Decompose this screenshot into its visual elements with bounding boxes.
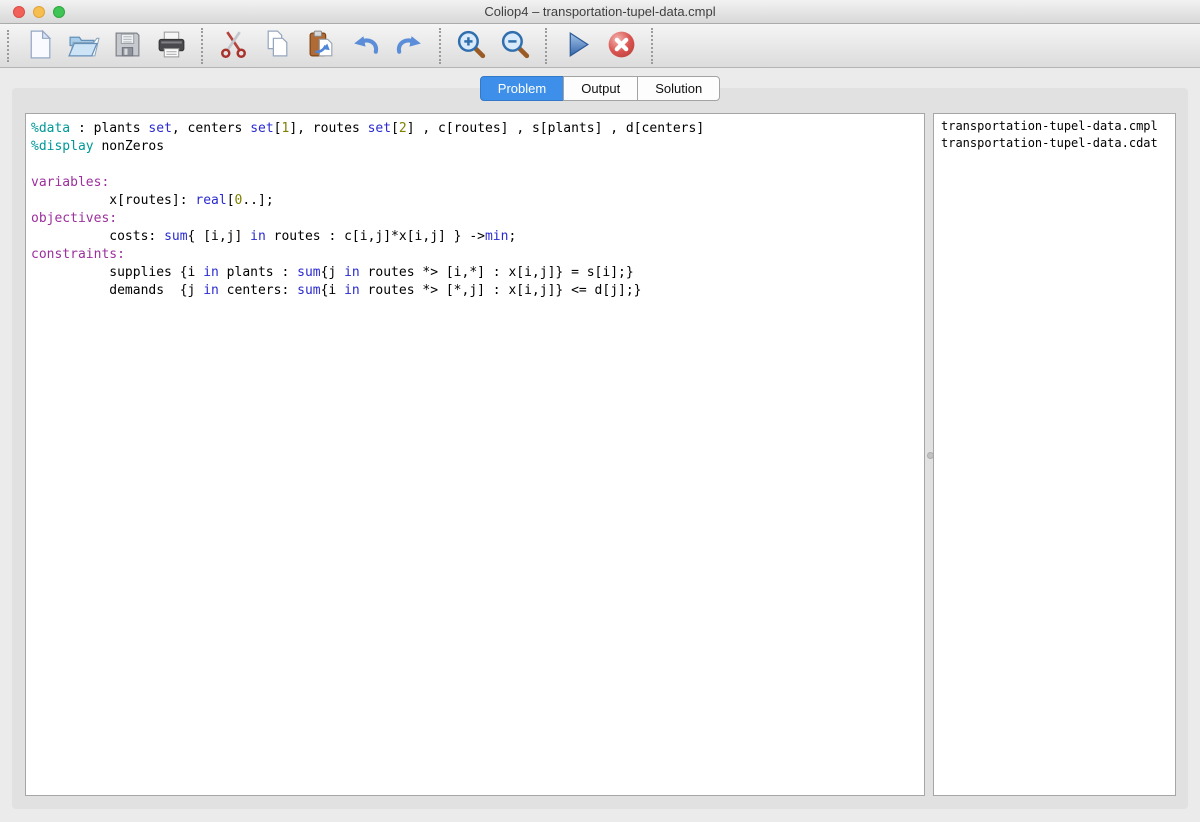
copy-button[interactable] (255, 26, 299, 66)
undo-arrow-icon (349, 28, 382, 64)
tab-solution[interactable]: Solution (637, 76, 720, 101)
code-editor[interactable]: %data : plants set, centers set[1], rout… (25, 113, 925, 796)
cut-button[interactable] (211, 26, 255, 66)
zoom-in-button[interactable] (449, 26, 493, 66)
zoom-out-icon (499, 28, 532, 64)
tab-bar: ProblemOutputSolution (0, 76, 1200, 99)
content-frame: %data : plants set, centers set[1], rout… (12, 88, 1188, 809)
file-panel[interactable]: transportation-tupel-data.cmpltransporta… (933, 113, 1176, 796)
save-button[interactable] (105, 26, 149, 66)
open-file-button[interactable] (61, 26, 105, 66)
redo-button[interactable] (387, 26, 431, 66)
stop-cancel-icon (605, 28, 638, 64)
copy-icon (261, 28, 294, 64)
file-list-item[interactable]: transportation-tupel-data.cmpl (941, 118, 1168, 135)
app-window: Coliop4 – transportation-tupel-data.cmpl (0, 0, 1200, 822)
save-floppy-icon (111, 28, 144, 64)
file-list-item[interactable]: transportation-tupel-data.cdat (941, 135, 1168, 152)
new-document-icon (23, 28, 56, 64)
run-button[interactable] (555, 26, 599, 66)
toolbar-separator (651, 28, 653, 64)
open-folder-icon (67, 28, 100, 64)
toolbar (0, 24, 1200, 68)
paste-button[interactable] (299, 26, 343, 66)
undo-button[interactable] (343, 26, 387, 66)
tab-output[interactable]: Output (563, 76, 638, 101)
toolbar-drag-handle[interactable] (7, 30, 9, 62)
zoom-in-icon (455, 28, 488, 64)
stop-button[interactable] (599, 26, 643, 66)
print-icon (155, 28, 188, 64)
code-lines: %data : plants set, centers set[1], rout… (26, 114, 924, 306)
toolbar-separator (545, 28, 547, 64)
window-title: Coliop4 – transportation-tupel-data.cmpl (0, 0, 1200, 23)
redo-arrow-icon (393, 28, 426, 64)
toolbar-separator (201, 28, 203, 64)
run-play-icon (561, 28, 594, 64)
new-file-button[interactable] (17, 26, 61, 66)
print-button[interactable] (149, 26, 193, 66)
paste-clipboard-icon (305, 28, 338, 64)
title-bar: Coliop4 – transportation-tupel-data.cmpl (0, 0, 1200, 24)
toolbar-separator (439, 28, 441, 64)
file-list: transportation-tupel-data.cmpltransporta… (934, 114, 1175, 156)
cut-scissors-icon (217, 28, 250, 64)
zoom-out-button[interactable] (493, 26, 537, 66)
tab-problem[interactable]: Problem (480, 76, 564, 101)
